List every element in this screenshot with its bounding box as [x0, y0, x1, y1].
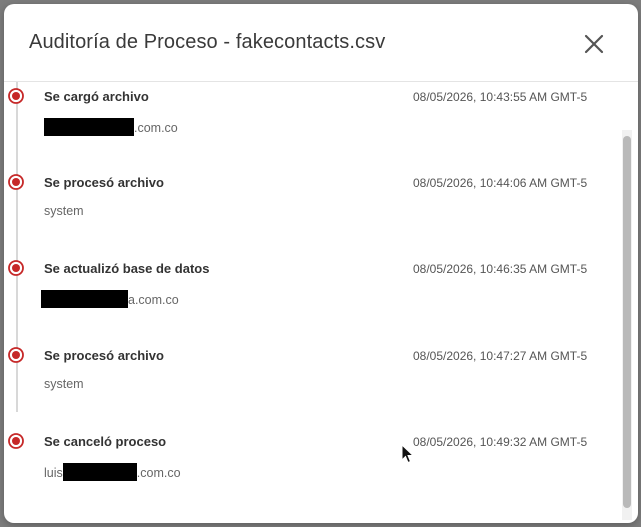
audit-timeline: Se cargó archivo 08/05/2026, 10:43:55 AM… — [4, 82, 638, 523]
scrollbar-thumb[interactable] — [623, 136, 631, 508]
timeline-event: Se actualizó base de datos 08/05/2026, 1… — [4, 254, 624, 334]
mouse-pointer-icon — [401, 444, 415, 464]
event-timestamp: 08/05/2026, 10:43:55 AM GMT-5 — [413, 90, 588, 104]
redacted-block — [44, 118, 134, 136]
timeline-event: Se canceló proceso 08/05/2026, 10:49:32 … — [4, 427, 624, 507]
user-prefix: system — [44, 377, 84, 391]
event-user: system — [44, 204, 84, 218]
event-timestamp: 08/05/2026, 10:44:06 AM GMT-5 — [413, 176, 588, 190]
radio-dot-icon — [8, 174, 24, 190]
event-title: Se canceló proceso — [44, 434, 167, 449]
redacted-block — [41, 290, 128, 308]
timeline-event: Se procesó archivo 08/05/2026, 10:47:27 … — [4, 341, 624, 421]
audit-modal: Auditoría de Proceso - fakecontacts.csv … — [4, 4, 638, 523]
close-button[interactable] — [582, 32, 606, 56]
user-prefix: luis — [44, 466, 63, 480]
redacted-block — [62, 463, 137, 481]
radio-dot-icon — [8, 347, 24, 363]
user-suffix: .com.co — [136, 466, 181, 480]
user-suffix: a.com.co — [128, 293, 179, 307]
event-timestamp: 08/05/2026, 10:46:35 AM GMT-5 — [413, 262, 588, 276]
timeline-event: Se procesó archivo 08/05/2026, 10:44:06 … — [4, 168, 624, 248]
close-icon — [584, 34, 604, 54]
event-timestamp: 08/05/2026, 10:49:32 AM GMT-5 — [413, 435, 588, 449]
event-user: system — [44, 377, 84, 391]
event-title: Se procesó archivo — [44, 175, 164, 190]
modal-title: Auditoría de Proceso - fakecontacts.csv — [29, 31, 386, 53]
event-user: a.com.co — [41, 290, 179, 308]
event-user: luis .com.co — [44, 463, 181, 481]
event-title: Se cargó archivo — [44, 89, 149, 104]
timeline-event: Se cargó archivo 08/05/2026, 10:43:55 AM… — [4, 82, 624, 162]
event-user: .com.co — [44, 118, 178, 136]
event-title: Se actualizó base de datos — [44, 261, 210, 276]
modal-header: Auditoría de Proceso - fakecontacts.csv — [4, 4, 638, 82]
user-prefix: system — [44, 204, 84, 218]
event-title: Se procesó archivo — [44, 348, 164, 363]
radio-dot-icon — [8, 433, 24, 449]
radio-dot-icon — [8, 260, 24, 276]
event-timestamp: 08/05/2026, 10:47:27 AM GMT-5 — [413, 349, 588, 363]
user-suffix: .com.co — [134, 121, 178, 135]
radio-dot-icon — [8, 88, 24, 104]
